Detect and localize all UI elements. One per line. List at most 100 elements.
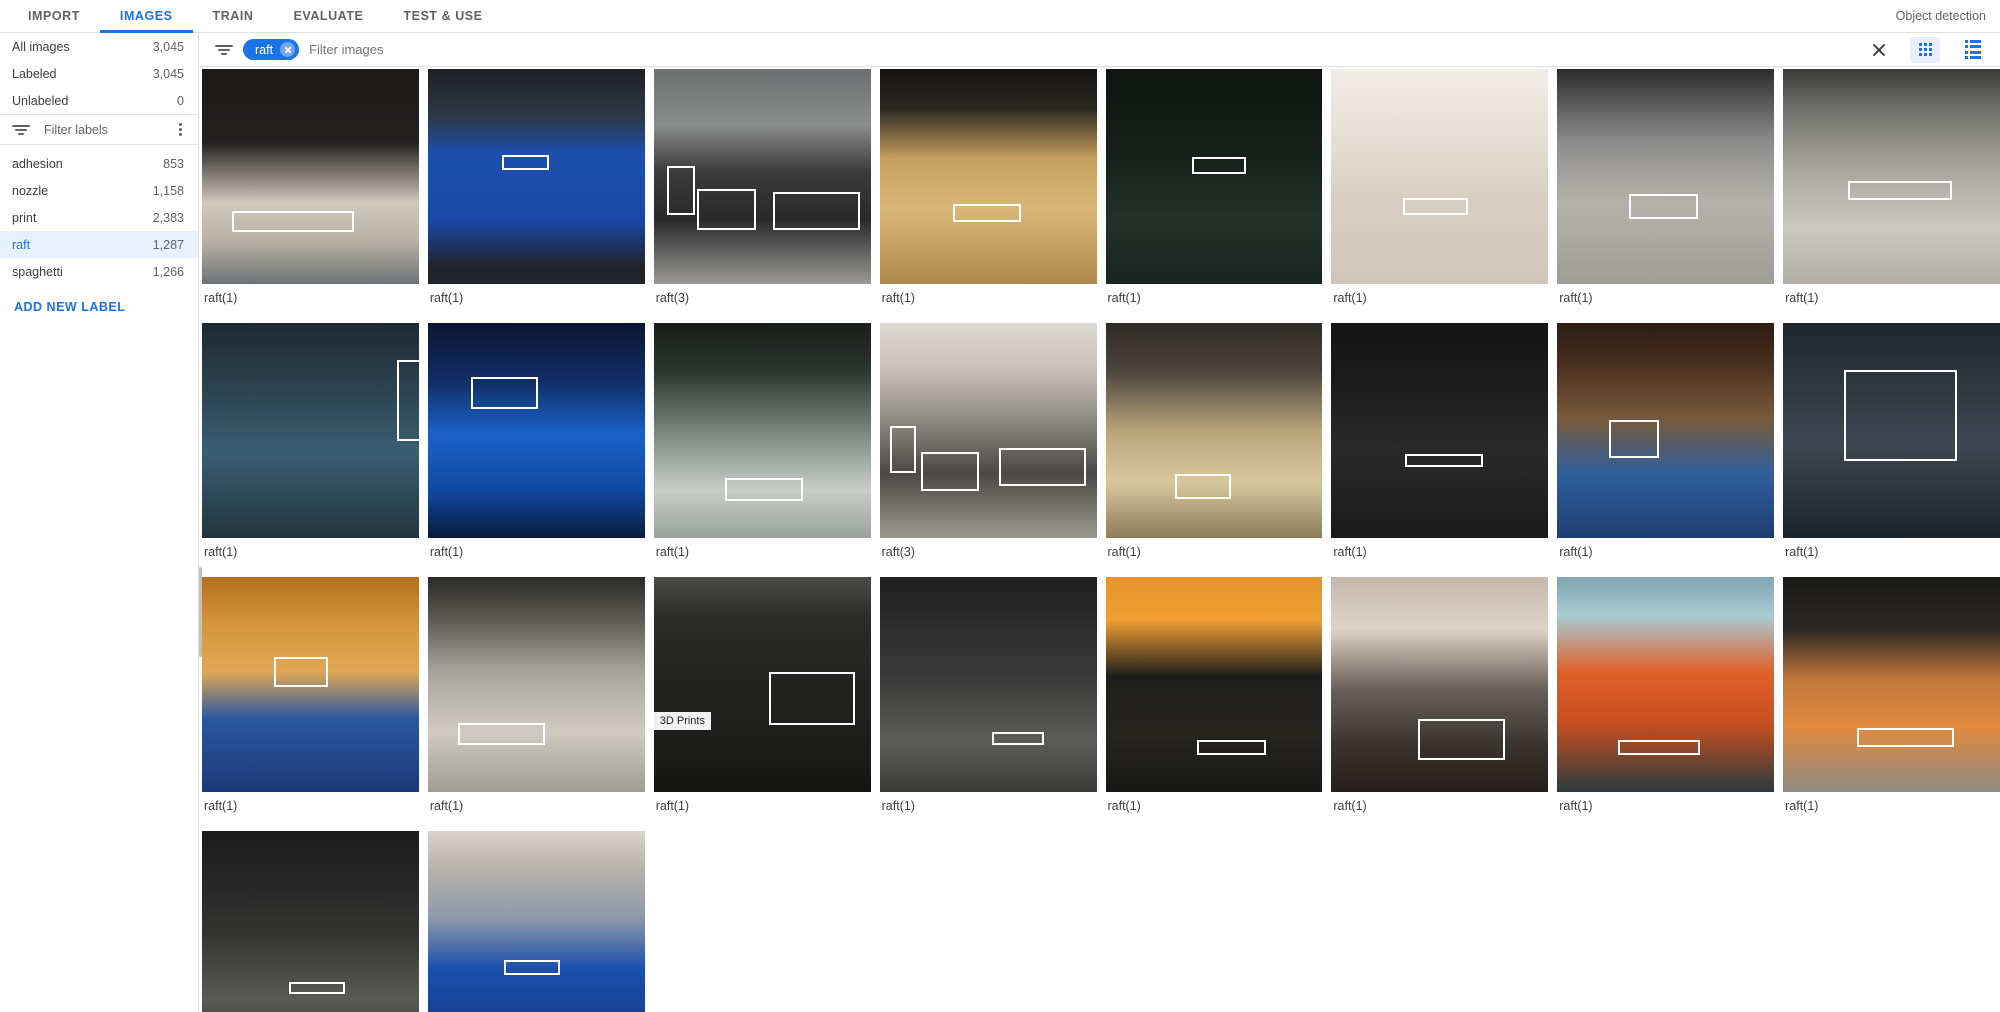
sidebar-label-raft[interactable]: raft 1,287 [0,231,198,258]
image-card[interactable]: raft(1) [1783,323,2000,568]
image-caption: raft(1) [1785,291,1819,305]
sidebar-item-labeled[interactable]: Labeled 3,045 [0,60,198,87]
bounding-box [953,204,1021,222]
image-card[interactable]: raft(1) [1331,69,1549,314]
sidebar-label-print[interactable]: print 2,383 [0,204,198,231]
image-thumbnail[interactable] [1557,69,1775,284]
image-thumbnail[interactable] [879,577,1097,792]
image-card[interactable]: raft(3) [653,69,871,314]
label-name: nozzle [12,183,49,198]
bounding-box [697,189,756,231]
sidebar-label-adhesion[interactable]: adhesion 853 [0,150,198,177]
image-thumbnail[interactable] [1105,69,1323,284]
image-thumbnail[interactable] [202,577,419,792]
image-caption: raft(1) [1333,799,1367,813]
tab-evaluate[interactable]: EVALUATE [274,0,384,32]
image-card[interactable]: raft(1) [202,831,419,1012]
sidebar-item-all-images[interactable]: All images 3,045 [0,33,198,60]
image-card[interactable]: raft(1) [1331,577,1549,822]
image-thumbnail[interactable] [1105,577,1323,792]
image-card[interactable]: raft(3) [879,323,1097,568]
image-thumbnail[interactable]: 3D Prints [653,577,871,792]
image-card[interactable]: raft(1) [202,323,419,568]
sidebar-item-unlabeled[interactable]: Unlabeled 0 [0,87,198,114]
filter-labels-label: Filter labels [44,122,108,137]
tab-import[interactable]: IMPORT [8,0,100,32]
image-thumbnail[interactable] [202,69,419,284]
image-thumbnail[interactable] [1783,69,2000,284]
image-thumbnail[interactable] [427,577,645,792]
image-thumbnail[interactable] [879,323,1097,538]
image-thumbnail[interactable] [1331,577,1549,792]
image-thumbnail[interactable] [1557,577,1775,792]
tab-images-label: IMAGES [119,9,173,23]
image-overlay-badge: 3D Prints [653,712,711,731]
image-caption: raft(1) [204,291,238,305]
image-thumbnail[interactable] [202,323,419,538]
sidebar-label-nozzle[interactable]: nozzle 1,158 [0,177,198,204]
tab-test-and-use[interactable]: TEST & USE [383,0,502,32]
sidebar-label-spaghetti[interactable]: spaghetti 1,266 [0,258,198,285]
image-card[interactable]: raft(1) [427,323,645,568]
image-card[interactable]: raft(1) [427,69,645,314]
image-card[interactable]: raft(1) [1105,577,1323,822]
image-card[interactable]: raft(1) [1557,577,1775,822]
image-thumbnail[interactable] [202,831,419,1012]
image-thumbnail[interactable] [1105,323,1323,538]
image-caption: raft(1) [881,291,915,305]
filter-images-input[interactable] [309,42,1856,57]
unlabeled-count: 0 [177,93,184,108]
image-thumbnail[interactable] [427,69,645,284]
sidebar: All images 3,045 Labeled 3,045 Unlabeled… [0,33,199,1012]
image-card[interactable]: raft(1) [427,577,645,822]
clear-filters-icon[interactable] [1866,37,1892,63]
label-count: 1,287 [152,237,184,252]
image-thumbnail[interactable] [1783,577,2000,792]
image-card[interactable]: raft(1) [202,69,419,314]
image-thumbnail[interactable] [427,323,645,538]
image-card[interactable]: raft(1) [202,577,419,822]
image-card[interactable]: raft(1) [1331,323,1549,568]
image-card[interactable]: raft(1) [1783,577,2000,822]
image-card[interactable]: raft(1) [1557,323,1775,568]
filter-chip-raft[interactable]: raft [243,39,300,60]
filter-icon[interactable] [215,41,233,59]
tab-images[interactable]: IMAGES [99,0,193,33]
image-card[interactable]: raft(1) [653,323,871,568]
tab-evaluate-label: EVALUATE [293,9,364,23]
label-name: adhesion [12,156,63,171]
grid-view-button[interactable] [1910,36,1940,63]
image-thumbnail[interactable] [879,69,1097,284]
tab-train[interactable]: TRAIN [193,0,274,32]
bounding-box [1418,718,1505,760]
bounding-box [1174,473,1232,500]
list-view-button[interactable] [1958,37,1988,63]
remove-filter-icon[interactable] [280,42,296,57]
all-images-count: 3,045 [152,39,184,54]
image-card[interactable]: raft(1) [1557,69,1775,314]
image-thumbnail[interactable] [653,69,871,284]
filter-labels-row[interactable]: Filter labels [0,114,198,145]
bounding-box [1856,727,1955,747]
more-options-icon[interactable] [172,123,188,136]
image-card[interactable]: 3D Prints raft(1) [653,577,871,822]
image-card[interactable]: raft(1) [1105,69,1323,314]
add-new-label-button[interactable]: ADD NEW LABEL [0,285,198,314]
image-thumbnail[interactable] [1557,323,1775,538]
bounding-box [1617,740,1701,756]
image-thumbnail[interactable] [1783,323,2000,538]
image-card[interactable]: raft(1) [879,69,1097,314]
image-caption: raft(3) [881,545,915,559]
labeled-count: 3,045 [152,66,184,81]
image-thumbnail[interactable] [1331,323,1549,538]
image-caption: raft(1) [1333,291,1367,305]
image-card[interactable]: raft(1) [427,831,645,1012]
image-thumbnail[interactable] [653,323,871,538]
image-thumbnail[interactable] [1331,69,1549,284]
image-caption: raft(1) [1559,291,1593,305]
image-card[interactable]: raft(1) [1105,323,1323,568]
image-thumbnail[interactable] [427,831,645,1012]
image-card[interactable]: raft(1) [879,577,1097,822]
image-card[interactable]: raft(1) [1783,69,2000,314]
label-count: 853 [163,156,184,171]
